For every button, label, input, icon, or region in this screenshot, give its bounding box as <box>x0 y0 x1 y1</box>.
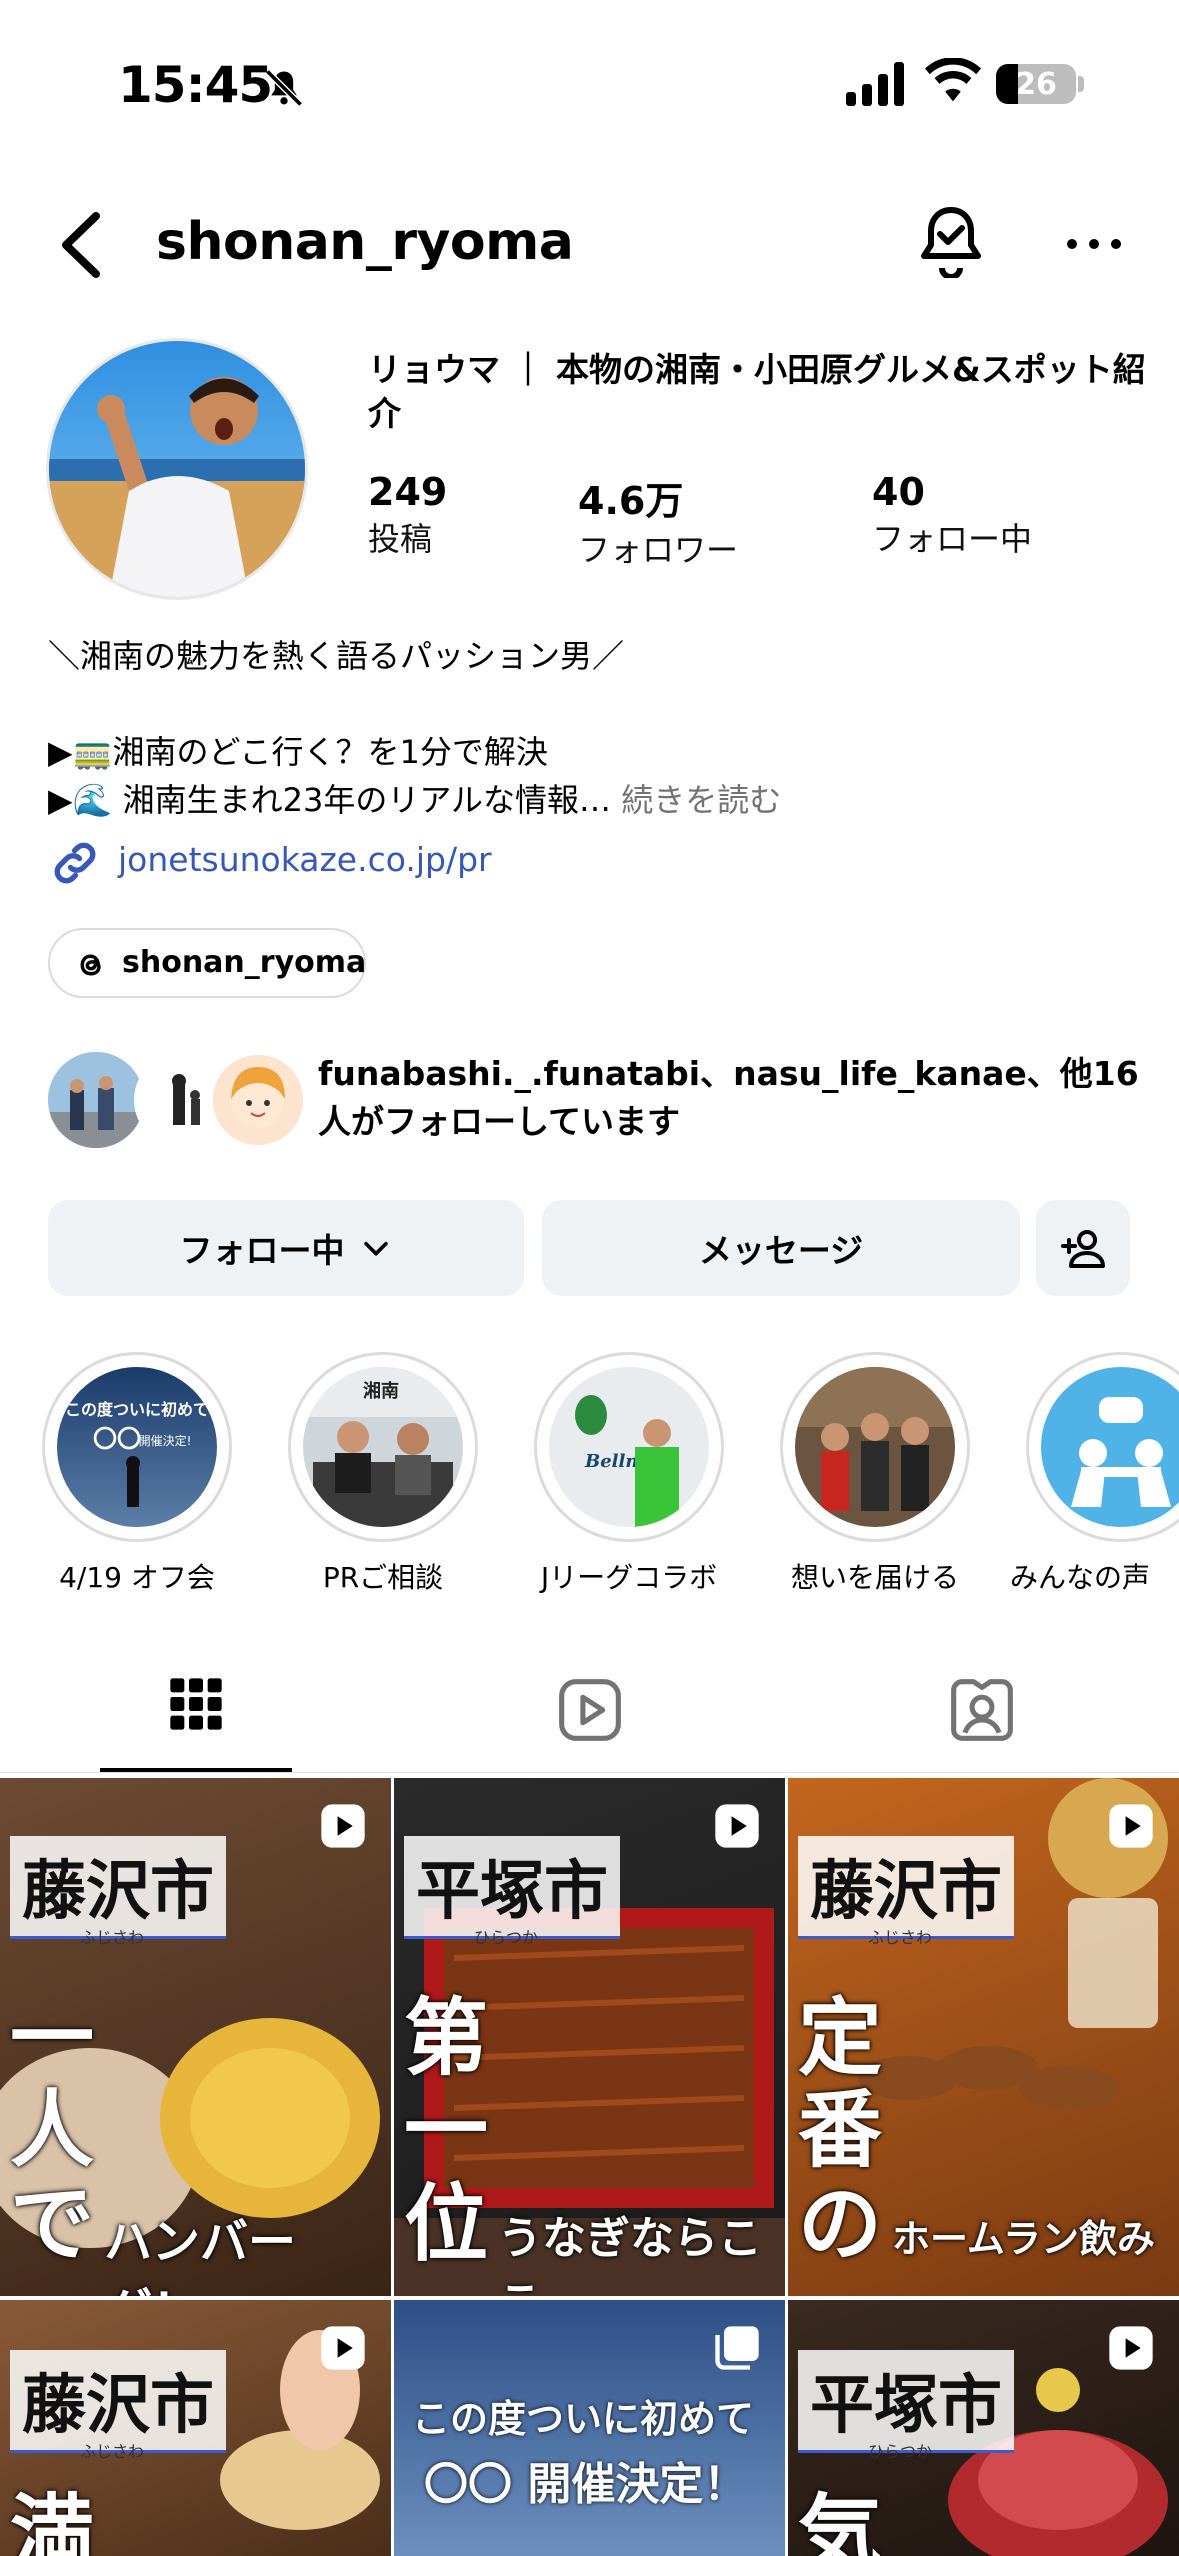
post-title-big: 満 <box>10 2484 95 2556</box>
highlight-cover: この度ついに初めて〇〇 開催決定! <box>57 1367 217 1527</box>
stat-value: 249 <box>368 470 448 514</box>
post-city-reading: ふじさわ <box>868 1928 933 1947</box>
highlight-label: Jリーグコラボ <box>540 1561 718 1594</box>
post-title-small: ハンバーグ！ <box>104 2214 297 2296</box>
post-tile[interactable]: 平塚市 ひらつか 気 <box>788 2300 1179 2556</box>
bio-line: ▶🚃湘南のどこ行く？を1分で解決 <box>48 733 548 771</box>
bio-line: ＼湘南の魅力を熱く語るパッション男／ <box>48 637 625 675</box>
tagged-tab-icon[interactable] <box>948 1676 1016 1744</box>
reel-icon <box>321 2326 365 2370</box>
highlight-label: みんなの声 <box>1010 1561 1151 1594</box>
post-city-reading: ひらつか <box>474 1928 539 1947</box>
battery-cap <box>1078 76 1084 92</box>
post-tile[interactable]: 藤沢市 ふじさわ 満 <box>0 2300 391 2556</box>
post-city-reading: ふじさわ <box>80 2442 145 2461</box>
following-label: フォロー中 <box>179 1231 345 1270</box>
followers-count[interactable]: 4.6万 フォロワー <box>578 470 738 571</box>
svg-text:〇〇: 〇〇 <box>93 1425 141 1453</box>
post-tile[interactable]: 藤沢市 ふじさわ 一人 で ハンバーグ！ <box>0 1778 391 2296</box>
status-time: 15:45 <box>118 56 273 114</box>
posts-count[interactable]: 249 投稿 <box>368 470 447 560</box>
following-button[interactable]: フォロー中 <box>48 1200 524 1296</box>
highlight-cover <box>795 1367 955 1527</box>
post-city-reading: ひらつか <box>868 2442 933 2461</box>
avatar-image <box>49 341 305 597</box>
notification-bell-icon[interactable] <box>918 204 984 278</box>
carousel-icon <box>715 2326 759 2370</box>
battery-level: 26 <box>1015 66 1057 102</box>
post-title-small: うなぎならここ <box>498 2213 762 2296</box>
highlight-cover: 湘南 <box>303 1367 463 1527</box>
highlight-omoi[interactable] <box>780 1352 970 1542</box>
threads-handle: shonan_ryoma <box>122 945 367 980</box>
post-tile[interactable]: この度ついに初めて 〇〇 開催決定！ <box>394 2300 785 2556</box>
svg-text:開催決定!: 開催決定! <box>139 1433 192 1448</box>
highlight-voices[interactable] <box>1026 1352 1179 1542</box>
stat-label: フォロワー <box>578 531 739 569</box>
post-city-reading: ふじさわ <box>80 1928 145 1947</box>
profile-full-name: リョウマ ｜ 本物の湘南・小田原グルメ&スポット紹介 <box>368 350 1146 433</box>
svg-text:この度ついに初めて: この度ついに初めて <box>65 1400 209 1419</box>
post-title-big: 気 <box>798 2484 883 2556</box>
post-tile[interactable]: 藤沢市 ふじさわ 定番 の ホームラン飲み <box>788 1778 1179 2296</box>
highlight-offkai[interactable]: この度ついに初めて〇〇 開催決定! <box>42 1352 232 1542</box>
post-title-big: の <box>798 2174 883 2273</box>
reel-icon <box>715 1804 759 1848</box>
threads-badge[interactable]: shonan_ryoma <box>48 928 366 998</box>
stat-label: 投稿 <box>368 520 433 558</box>
reel-icon <box>321 1804 365 1848</box>
post-title-big: 位 <box>404 2174 489 2273</box>
reels-tab-icon[interactable] <box>556 1676 624 1744</box>
bio: ＼湘南の魅力を熱く語るパッション男／ ▶🚃湘南のどこ行く？を1分で解決 ▶🌊 湘… <box>48 632 781 824</box>
mutual-followers-text[interactable]: funabashi._.funatabi、nasu_life_kanae、他16… <box>318 1050 1158 1146</box>
add-person-icon <box>1061 1230 1105 1268</box>
post-title-big: 一人 <box>10 1988 95 2179</box>
post-tile[interactable]: 平塚市 ひらつか 第一 位 うなぎならここ <box>394 1778 785 2296</box>
mutual-avatar <box>210 1052 306 1148</box>
highlight-label: 4/19 オフ会 <box>59 1561 215 1594</box>
message-button[interactable]: メッセージ <box>542 1200 1020 1296</box>
post-title-big: 定番 <box>798 1988 883 2179</box>
highlight-label: PRご相談 <box>322 1561 444 1594</box>
highlight-cover <box>1041 1367 1179 1527</box>
more-options-icon[interactable] <box>1064 236 1124 252</box>
post-title-small: ホームラン飲み <box>892 2216 1155 2261</box>
battery-fill <box>996 64 1018 104</box>
threads-icon <box>80 954 101 976</box>
svg-text:湘南: 湘南 <box>363 1380 399 1402</box>
grid-tab-icon[interactable] <box>168 1676 224 1732</box>
bell-off-icon <box>265 69 303 107</box>
post-subtitle: 〇〇 開催決定！ <box>424 2459 748 2510</box>
cellular-signal-icon <box>846 62 904 106</box>
bio-line: ▶🌊 湘南生まれ23年のリアルな情報… <box>48 781 612 819</box>
suggest-people-button[interactable] <box>1036 1200 1130 1296</box>
post-title: この度ついに初めて <box>412 2396 755 2441</box>
mutual-avatar <box>48 1052 144 1148</box>
reel-icon <box>1109 1804 1153 1848</box>
highlight-cover: Bellmare <box>549 1367 709 1527</box>
stat-label: フォロー中 <box>872 520 1033 558</box>
back-icon[interactable] <box>56 210 106 280</box>
tab-divider <box>0 1772 1179 1773</box>
link-icon <box>54 842 96 884</box>
stat-value: 40 <box>872 470 925 514</box>
profile-username: shonan_ryoma <box>156 212 574 272</box>
post-title-big: 第一 <box>404 1988 489 2179</box>
stat-value: 4.6万 <box>578 479 684 523</box>
post-title-big: で <box>10 2174 95 2273</box>
highlight-pr[interactable]: 湘南 <box>288 1352 478 1542</box>
wifi-icon <box>924 58 982 102</box>
highlight-label: 想いを届ける <box>790 1561 959 1594</box>
profile-avatar[interactable] <box>46 338 308 600</box>
reel-icon <box>1109 2326 1153 2370</box>
read-more-link[interactable]: 続きを読む <box>621 781 781 819</box>
profile-link[interactable]: jonetsunokaze.co.jp/pr <box>118 840 492 879</box>
following-count[interactable]: 40 フォロー中 <box>872 470 1032 560</box>
highlight-jleague[interactable]: Bellmare <box>534 1352 724 1542</box>
chevron-down-icon <box>363 1241 388 1256</box>
